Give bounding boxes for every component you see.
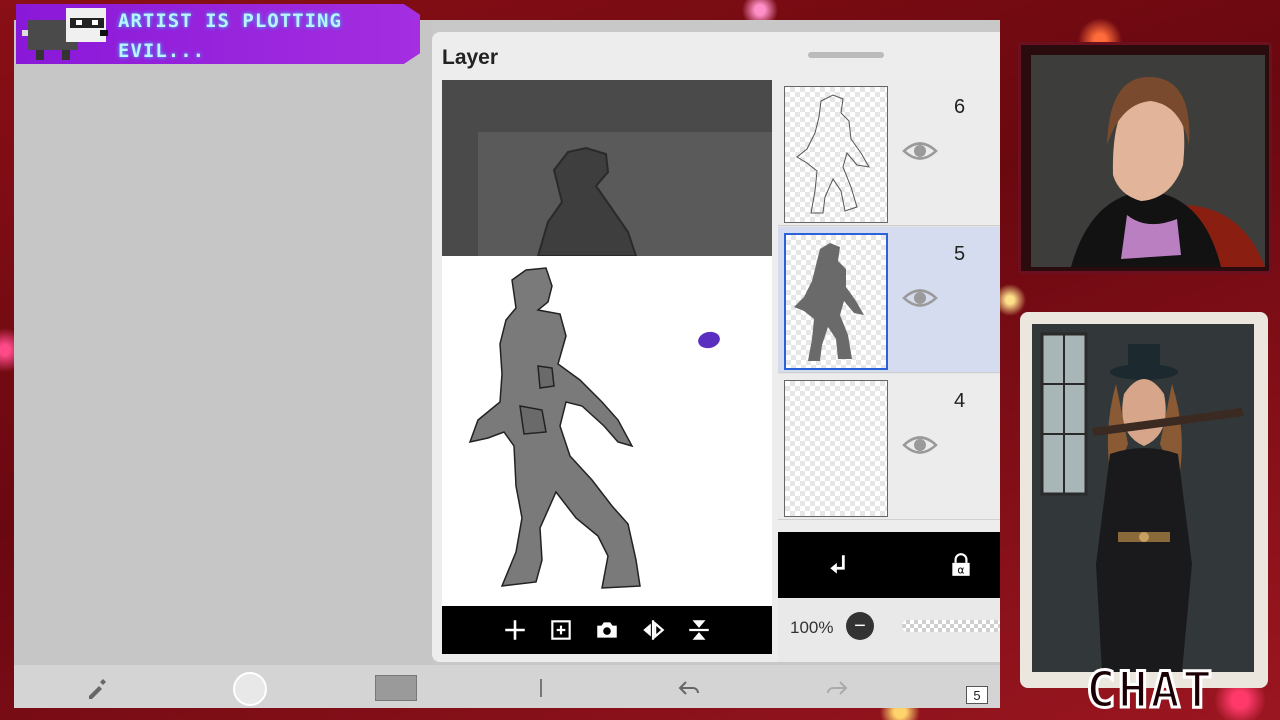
layer-row-4[interactable]: 4 bbox=[778, 374, 1000, 520]
opacity-decrease-button[interactable]: − bbox=[846, 612, 874, 640]
preview-canvas[interactable] bbox=[442, 256, 772, 606]
preview-reference bbox=[478, 132, 772, 257]
preview-background bbox=[442, 80, 772, 257]
main-canvas[interactable] bbox=[14, 20, 432, 665]
layer-options-bar: α bbox=[778, 532, 1000, 598]
layer-number: 5 bbox=[954, 243, 966, 265]
raccoon-mascot-icon bbox=[14, 0, 114, 64]
flip-horizontal-icon[interactable] bbox=[639, 616, 667, 644]
portrait-frame bbox=[1020, 312, 1268, 688]
webcam-feed bbox=[1031, 55, 1265, 267]
undo-icon[interactable] bbox=[674, 673, 704, 703]
camera-icon[interactable] bbox=[593, 616, 621, 644]
clipping-arrow-icon[interactable] bbox=[824, 550, 854, 580]
layer-panel: Layer 6 5 4 α 100% − bbox=[432, 32, 1000, 662]
layer-row-6[interactable]: 6 bbox=[778, 80, 1000, 226]
webcam-frame bbox=[1018, 42, 1272, 274]
panel-drag-handle[interactable] bbox=[808, 52, 884, 58]
silhouette-thumbnail bbox=[794, 243, 864, 361]
page-indicator[interactable]: 5 bbox=[966, 686, 988, 704]
svg-text:α: α bbox=[957, 564, 964, 577]
alpha-lock-icon[interactable]: α bbox=[946, 550, 976, 580]
bottom-toolbar: 5 bbox=[14, 665, 1000, 708]
layer-thumbnail[interactable] bbox=[784, 380, 888, 517]
banner-text: ARTIST IS PLOTTING EVIL... bbox=[118, 10, 342, 62]
opacity-slider[interactable] bbox=[902, 620, 1000, 632]
character-portrait bbox=[1032, 324, 1254, 672]
layer-number: 4 bbox=[954, 390, 966, 412]
brush-size-circle bbox=[233, 672, 267, 706]
color-button[interactable] bbox=[374, 673, 418, 703]
line-art-thumbnail bbox=[796, 94, 870, 214]
layer-number: 6 bbox=[954, 96, 966, 118]
brush-tool-icon[interactable] bbox=[82, 673, 112, 703]
layer-footer: α 100% − bbox=[778, 532, 1000, 662]
drawing-app: Layer 6 5 4 α 100% − 5 bbox=[14, 20, 1000, 708]
brush-size-button[interactable] bbox=[230, 669, 270, 708]
visibility-eye-icon[interactable] bbox=[902, 285, 938, 311]
layer-row-5[interactable]: 5 bbox=[778, 227, 1000, 373]
add-layer-copy-icon[interactable] bbox=[547, 616, 575, 644]
reference-sketch bbox=[536, 146, 638, 257]
layer-thumbnail[interactable] bbox=[784, 86, 888, 223]
layer-thumbnail[interactable] bbox=[784, 233, 888, 370]
visibility-eye-icon[interactable] bbox=[902, 138, 938, 164]
streamer-silhouette bbox=[1031, 55, 1265, 267]
layer-panel-title: Layer bbox=[442, 46, 499, 69]
add-layer-icon[interactable] bbox=[501, 616, 529, 644]
layer-list: 6 5 4 bbox=[778, 80, 1000, 520]
flip-vertical-icon[interactable] bbox=[685, 616, 713, 644]
chat-label: CHAT bbox=[1084, 661, 1215, 719]
layer-preview bbox=[442, 80, 772, 606]
visibility-eye-icon[interactable] bbox=[902, 432, 938, 458]
steampunk-woman-image bbox=[1032, 324, 1254, 672]
layer-actions-bar bbox=[442, 606, 772, 654]
opacity-value: 100% bbox=[790, 618, 834, 637]
color-swatch bbox=[375, 675, 417, 701]
layer-move-icon[interactable] bbox=[526, 673, 556, 703]
character-sketch bbox=[468, 267, 641, 589]
redo-icon[interactable] bbox=[822, 673, 852, 703]
